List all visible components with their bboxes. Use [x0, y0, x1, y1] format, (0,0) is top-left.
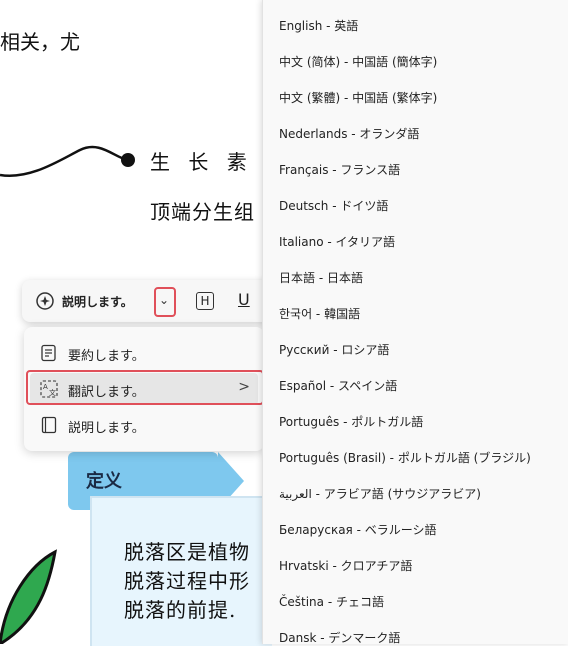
language-option[interactable]: Français - フランス語 [279, 161, 400, 178]
ai-action-label[interactable]: 説明します。 [62, 293, 133, 310]
svg-text:文: 文 [49, 388, 56, 397]
mindmap-connector [0, 145, 135, 178]
definition-label: 定义 [86, 471, 122, 492]
language-option[interactable]: Español - スペイン語 [279, 377, 397, 394]
menu-item-explain[interactable]: 説明します。 [30, 409, 258, 441]
chevron-right-icon: > [238, 379, 250, 395]
ai-toolbar: 説明します。 ⌄ H U [22, 280, 282, 322]
menu-item-label: 説明します。 [68, 421, 145, 436]
language-option[interactable]: English - 英語 [279, 17, 358, 34]
svg-text:A: A [43, 383, 48, 391]
language-option[interactable]: 日本語 - 日本語 [279, 269, 363, 286]
language-option[interactable]: Hrvatski - クロアチア語 [279, 557, 412, 574]
language-option[interactable]: 한국어 - 韓国語 [279, 305, 360, 322]
language-option[interactable]: Italiano - イタリア語 [279, 233, 395, 250]
menu-item-label: 翻訳します。 [68, 385, 145, 400]
language-option[interactable]: Português - ポルトガル語 [279, 413, 423, 430]
definition-line: 脱落的前提. [124, 598, 237, 622]
language-option[interactable]: Português (Brasil) - ポルトガル語 (ブラジル) [279, 449, 531, 466]
document-text-top: 相关，尤 [0, 30, 80, 54]
menu-item-summarize[interactable]: 要約します。 [30, 337, 258, 369]
ai-action-menu: 要約します。 A 文 翻訳します。 > 説明します。 [24, 327, 264, 451]
book-icon [41, 416, 57, 434]
language-option[interactable]: Deutsch - ドイツ語 [279, 197, 388, 214]
definition-line: 脱落过程中形 [124, 569, 250, 593]
language-option[interactable]: 中文 (简体) - 中国語 (簡体字) [279, 53, 437, 70]
language-option[interactable]: Беларуская - ベラルーシ語 [279, 521, 437, 538]
language-option[interactable]: 中文 (繁體) - 中国語 (繁体字) [279, 89, 437, 106]
chevron-down-icon: ⌄ [159, 293, 170, 307]
heading-button[interactable]: H [196, 292, 214, 310]
definition-line: 脱落区是植物 [124, 540, 250, 564]
underline-button[interactable]: U [238, 290, 250, 309]
ai-assistant-icon[interactable] [34, 290, 56, 312]
language-option[interactable]: Dansk - デンマーク語 [279, 629, 400, 646]
note-text-line: 顶端分生组 [150, 200, 255, 224]
menu-item-translate[interactable]: A 文 翻訳します。 > [30, 373, 258, 405]
language-option[interactable]: Nederlands - オランダ語 [279, 125, 419, 142]
summary-icon [41, 344, 56, 362]
leaf-illustration [0, 549, 58, 644]
language-option[interactable]: العربية - アラビア語 (サウジアラビア) [279, 485, 481, 502]
language-submenu: English - 英語 中文 (简体) - 中国語 (簡体字) 中文 (繁體)… [262, 0, 568, 646]
ai-action-dropdown-button[interactable]: ⌄ [154, 287, 176, 317]
menu-item-label: 要約します。 [68, 349, 145, 364]
translate-icon: A 文 [40, 380, 58, 398]
language-option[interactable]: Русский - ロシア語 [279, 341, 389, 358]
language-option[interactable]: Čeština - チェコ語 [279, 593, 384, 610]
